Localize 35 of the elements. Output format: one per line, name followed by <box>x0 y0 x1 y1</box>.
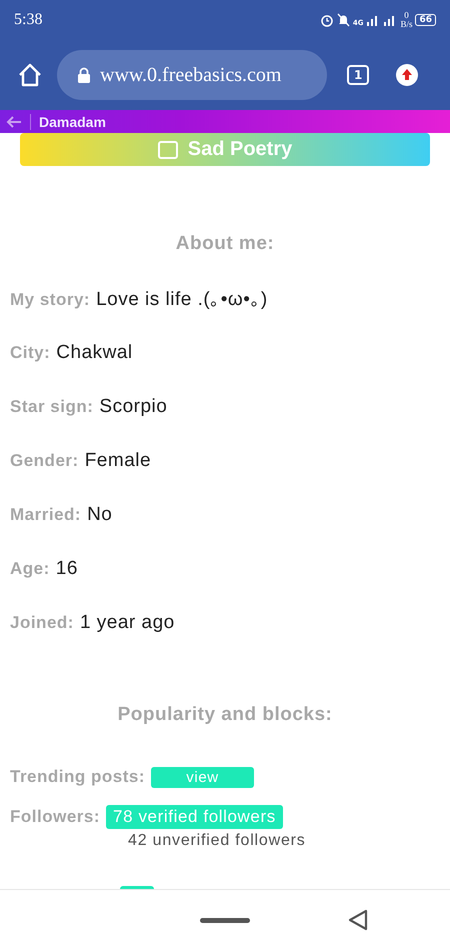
battery: 66 <box>415 14 436 26</box>
back-arrow-icon[interactable] <box>6 116 22 128</box>
field-label: Star sign: <box>10 397 94 417</box>
field-value: Chakwal <box>56 342 133 364</box>
field-value: 16 <box>56 558 78 580</box>
speed-unit: B/s <box>400 20 412 29</box>
bell-muted-icon <box>336 13 350 27</box>
home-icon[interactable] <box>17 62 43 88</box>
home-pill[interactable] <box>200 918 250 922</box>
alarm-icon <box>320 13 334 27</box>
site-title[interactable]: Damadam <box>39 114 106 130</box>
upload-icon[interactable] <box>395 63 420 87</box>
field-label: Married: <box>10 505 82 525</box>
field-label: Joined: <box>10 613 74 633</box>
tab-count[interactable]: 1 <box>347 65 370 85</box>
lock-icon <box>77 67 91 83</box>
section-heading: Popularity and blocks: <box>116 704 334 726</box>
section-heading: About me: <box>174 233 276 255</box>
field-value: No <box>87 504 112 526</box>
back-icon[interactable] <box>347 908 369 932</box>
speed-value: 0 <box>404 11 409 20</box>
field-label: Trending posts: <box>10 767 145 787</box>
address-bar[interactable]: www.0.freebasics.com <box>57 50 327 100</box>
field-value: Love is life .(｡•ω•｡) <box>96 288 268 311</box>
unverified-followers: 42 unverified followers <box>128 832 306 849</box>
field-label: Followers: <box>10 807 100 827</box>
field-label: My story: <box>10 290 90 310</box>
field-label: Age: <box>10 559 50 579</box>
field-value: Scorpio <box>99 396 168 418</box>
field-label: Gender: <box>10 451 79 471</box>
field-value: Female <box>84 450 152 472</box>
url-text: www.0.freebasics.com <box>100 64 282 86</box>
field-value: 1 year ago <box>80 612 175 634</box>
clock: 5:38 <box>14 11 42 29</box>
field-label: City: <box>10 343 50 363</box>
